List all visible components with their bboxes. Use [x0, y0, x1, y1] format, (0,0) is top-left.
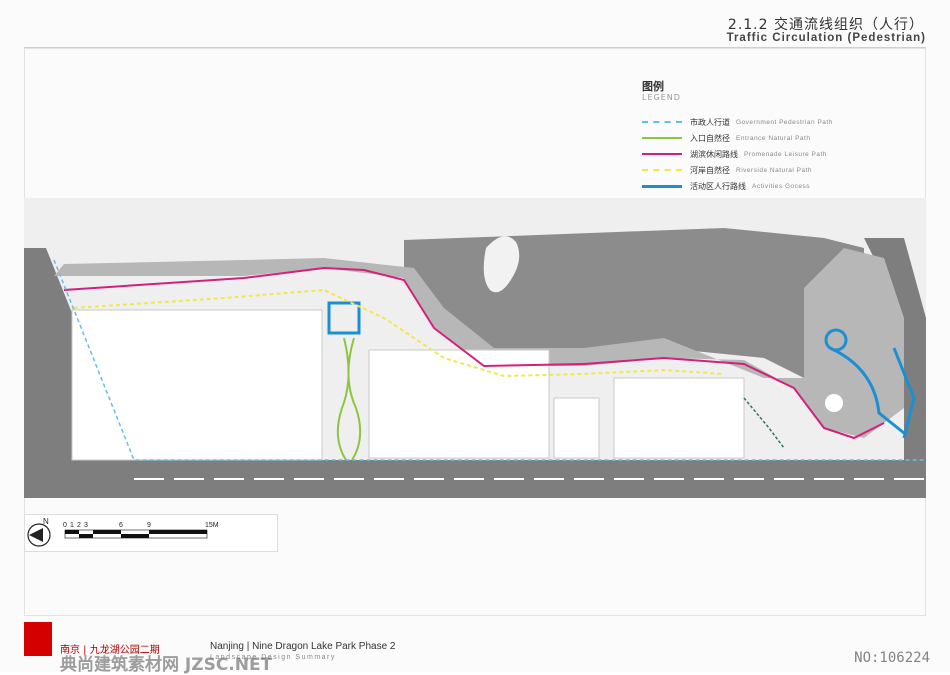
watermark: 典尚建筑素材网 JZSC.NET: [60, 655, 273, 675]
legend-item: 河岸自然径 Riverside Natural Path: [642, 162, 872, 178]
drawing-sheet: 2.1.2 交通流线组织（人行） Traffic Circulation (Pe…: [0, 0, 950, 675]
legend-item: 活动区人行路线 Activities Gocess: [642, 178, 872, 194]
site-plan-map: [24, 198, 926, 498]
fountain: [825, 394, 843, 412]
page-title-en: Traffic Circulation (Pedestrian): [726, 32, 926, 44]
legend-label-en: Entrance Natural Path: [736, 134, 811, 142]
scale-tick-label: 0: [63, 522, 67, 529]
legend-label-cn: 市政人行道: [690, 117, 730, 127]
legend-label-cn: 河岸自然径: [690, 165, 730, 175]
brand-logo: [24, 622, 52, 656]
legend-swatch: [642, 184, 682, 188]
north-label: N: [43, 517, 49, 526]
legend-label-cn: 入口自然径: [690, 133, 730, 143]
block-1: [71, 309, 323, 461]
scale-bar: N 0 1 2 3 6 9 15M: [24, 514, 278, 552]
legend-label-en: Activities Gocess: [752, 182, 810, 190]
legend-label-cn: 湖滨休闲路线: [690, 149, 738, 159]
legend-label-en: Government Pedestrian Path: [736, 118, 833, 126]
scale-tick-label: 2: [77, 522, 81, 529]
legend-swatch: [642, 137, 682, 139]
scale-segments: [64, 529, 208, 539]
legend-swatch: [642, 169, 682, 171]
legend-label-en: Riverside Natural Path: [736, 166, 813, 174]
scale-tick-label: 15M: [205, 522, 219, 529]
legend-title: 图例: [642, 80, 664, 93]
legend-swatch: [642, 121, 682, 123]
image-id: NO:106224: [854, 650, 930, 666]
legend-item: 湖滨休闲路线 Promenade Leisure Path: [642, 146, 872, 162]
legend-label-cn: 活动区人行路线: [690, 181, 746, 191]
scale-bar-graphic: N 0 1 2 3 6 9 15M: [27, 517, 219, 547]
block-4: [553, 397, 600, 459]
block-3: [613, 377, 745, 459]
scale-tick-label: 3: [84, 522, 88, 529]
legend: 图例 LEGEND 市政人行道 Government Pedestrian Pat…: [642, 78, 872, 210]
legend-swatch: [642, 153, 682, 155]
scale-tick-label: 9: [147, 522, 151, 529]
scale-tick-label: 6: [119, 522, 123, 529]
legend-subtitle: LEGEND: [642, 93, 681, 102]
legend-item: 市政人行道 Government Pedestrian Path: [642, 114, 872, 130]
legend-label-en: Promenade Leisure Path: [744, 150, 827, 158]
page-title-cn: 2.1.2 交通流线组织（人行）: [727, 17, 924, 33]
scale-tick-label: 1: [70, 522, 74, 529]
legend-item: 入口自然径 Entrance Natural Path: [642, 130, 872, 146]
